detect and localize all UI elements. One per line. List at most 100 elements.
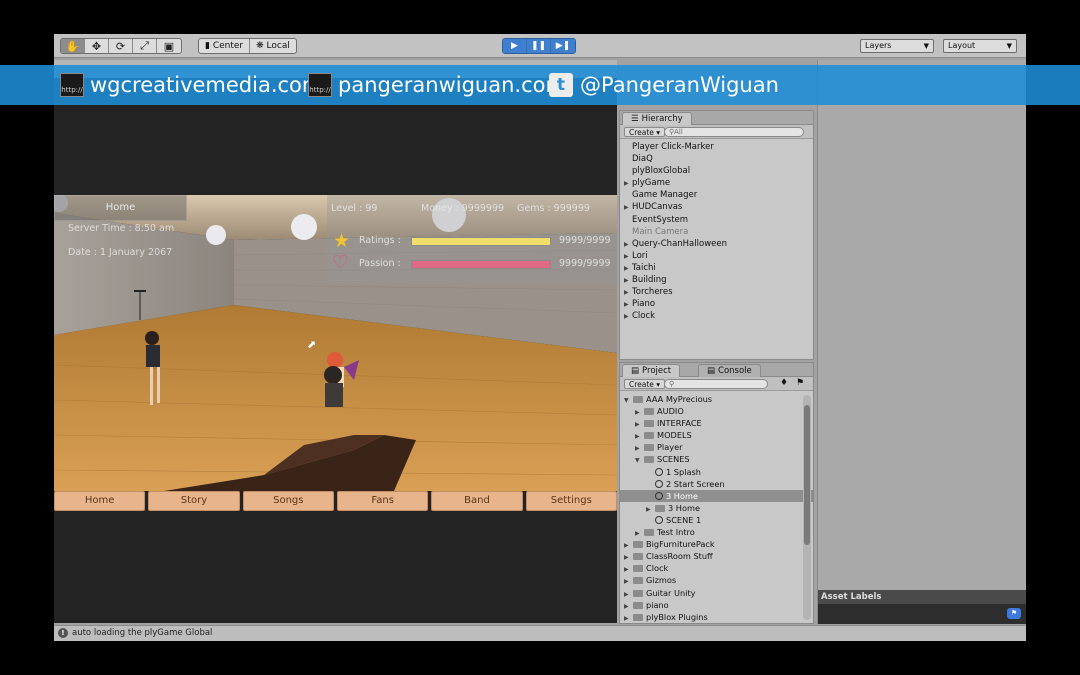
project-tools: Create ▾ ⚲ ♦ ⚑: [620, 377, 813, 391]
hierarchy-item[interactable]: ▶ Piano: [620, 298, 813, 310]
project-item[interactable]: ▶ Player: [620, 441, 813, 453]
project-item-label: INTERFACE: [657, 418, 702, 429]
hierarchy-item[interactable]: ▶ plyGame: [620, 177, 813, 189]
project-item[interactable]: ▶ ClassRoom Stuff: [620, 550, 813, 562]
expand-arrow-icon[interactable]: ▶: [624, 311, 632, 323]
hierarchy-item-label: Clock: [632, 311, 656, 322]
project-item[interactable]: ▶ AUDIO: [620, 405, 813, 417]
hierarchy-search-input[interactable]: ⚲All: [664, 127, 804, 137]
hierarchy-item-label: Query-ChanHalloween: [632, 238, 727, 249]
create-label: Create: [629, 128, 654, 137]
folder-icon: ▤: [631, 366, 640, 376]
project-item[interactable]: ▶ INTERFACE: [620, 417, 813, 429]
tab-console[interactable]: ▤ Console: [698, 364, 761, 377]
project-item[interactable]: ▼ AAA MyPrecious: [620, 393, 813, 405]
tab-hierarchy[interactable]: ☰ Hierarchy: [622, 112, 692, 125]
pause-button-icon[interactable]: ❚❚: [527, 39, 551, 53]
project-item-label: 2 Start Screen: [666, 478, 725, 489]
project-item[interactable]: ▶ plyBlox Plugins: [620, 611, 813, 623]
heart-icon: ♡: [332, 252, 350, 274]
pivot-local-button[interactable]: ❋ Local: [250, 39, 296, 53]
site1-link[interactable]: http:// wgcreativemedia.com: [60, 72, 322, 98]
hierarchy-item[interactable]: ▶ Taichi: [620, 262, 813, 274]
hierarchy-item[interactable]: DiaQ: [620, 153, 813, 165]
tab-project[interactable]: ▤ Project: [622, 364, 681, 377]
project-item[interactable]: 1 Splash: [620, 466, 813, 478]
hierarchy-item[interactable]: plyBloxGlobal: [620, 165, 813, 177]
project-item[interactable]: ▶ Test Intro: [620, 526, 813, 538]
hierarchy-tree: Player Click-Marker DiaQ plyBloxGlobal ▶ ply…: [620, 141, 813, 322]
project-item[interactable]: ▶ Gizmos: [620, 574, 813, 586]
project-item[interactable]: SCENE 1: [620, 514, 813, 526]
project-item[interactable]: ▶ Clock: [620, 562, 813, 574]
project-item[interactable]: ▶ MODELS: [620, 429, 813, 441]
filter-type-icon[interactable]: ♦: [780, 378, 788, 388]
menu-home-button[interactable]: Home: [54, 491, 146, 511]
console-icon: ▤: [707, 366, 716, 376]
create-label: Create: [629, 380, 654, 389]
project-item-label: 1 Splash: [666, 466, 701, 477]
hierarchy-item[interactable]: Game Manager: [620, 189, 813, 201]
project-item[interactable]: 3 Home: [620, 489, 813, 502]
project-create-button[interactable]: Create ▾: [624, 379, 666, 389]
status-bar: ! auto loading the plyGame Global: [54, 625, 1026, 641]
info-icon: !: [58, 628, 68, 638]
hierarchy-tabbar: ☰ Hierarchy: [620, 111, 813, 125]
project-item[interactable]: 2 Start Screen: [620, 478, 813, 490]
rotate-tool-icon[interactable]: ⟳: [109, 39, 133, 53]
scale-tool-icon[interactable]: ⤢: [133, 39, 157, 53]
http-icon: http://: [308, 73, 332, 97]
tag-icon[interactable]: ⚑: [1007, 608, 1021, 619]
project-item[interactable]: ▶ piano: [620, 599, 813, 611]
pivot-center-button[interactable]: ▮ Center: [199, 39, 251, 53]
hierarchy-item[interactable]: ▶ Building: [620, 274, 813, 286]
project-scrollbar-thumb[interactable]: [804, 405, 810, 545]
menu-story-button[interactable]: Story: [148, 491, 240, 511]
project-item[interactable]: ▼ SCENES: [620, 453, 813, 465]
move-tool-icon[interactable]: ✥: [85, 39, 109, 53]
hand-tool-icon[interactable]: ✋: [61, 39, 85, 53]
menu-songs-button[interactable]: Songs: [242, 491, 334, 511]
menu-settings-button[interactable]: Settings: [525, 491, 617, 511]
local-icon: ❋: [256, 41, 267, 51]
hierarchy-item-label: Taichi: [632, 262, 656, 273]
hierarchy-create-button[interactable]: Create ▾: [624, 127, 666, 137]
project-item[interactable]: ▶ 3 Home: [620, 502, 813, 514]
game-scene-render[interactable]: Home Server Time : 8:50 am Date : 1 Janu…: [54, 195, 617, 513]
menu-band-button[interactable]: Band: [431, 491, 523, 511]
layers-dropdown[interactable]: Layers ▼: [860, 39, 934, 53]
hierarchy-item[interactable]: ▶ Torcheres: [620, 286, 813, 298]
project-scrollbar[interactable]: [803, 395, 811, 620]
hierarchy-item[interactable]: ▶ Lori: [620, 250, 813, 262]
rect-tool-icon[interactable]: ▣: [157, 39, 181, 53]
folder-icon: [644, 420, 654, 428]
play-button-icon[interactable]: ▶: [503, 39, 527, 53]
hierarchy-tab-label: Hierarchy: [641, 114, 683, 124]
expand-arrow-icon[interactable]: ▶: [624, 613, 633, 625]
project-item-label: MODELS: [657, 430, 692, 441]
hierarchy-item[interactable]: ▶ HUDCanvas: [620, 201, 813, 213]
project-item-label: piano: [646, 599, 669, 610]
hierarchy-item[interactable]: Player Click-Marker: [620, 141, 813, 153]
hierarchy-item[interactable]: EventSystem: [620, 214, 813, 226]
hierarchy-item[interactable]: ▶ Clock: [620, 310, 813, 322]
project-search-input[interactable]: ⚲: [664, 379, 768, 389]
twitter-link[interactable]: t @PangeranWiguan: [549, 72, 779, 98]
menu-fans-button[interactable]: Fans: [336, 491, 429, 511]
server-time-label: Server Time : 8:50 am: [68, 223, 175, 234]
site2-link[interactable]: http:// pangeranwiguan.com: [308, 72, 566, 98]
step-button-icon[interactable]: ▶❚: [551, 39, 575, 53]
folder-icon: [644, 529, 654, 537]
folder-icon: [633, 577, 643, 585]
filter-label-icon[interactable]: ⚑: [796, 378, 804, 388]
hierarchy-item-label: HUDCanvas: [632, 202, 683, 213]
project-item[interactable]: ▶ Guitar Unity: [620, 587, 813, 599]
game-view-panel[interactable]: Home Server Time : 8:50 am Date : 1 Janu…: [54, 60, 617, 623]
hierarchy-item[interactable]: Main Camera: [620, 226, 813, 238]
hierarchy-item[interactable]: ▶ Query-ChanHalloween: [620, 238, 813, 250]
layout-dropdown[interactable]: Layout ▼: [943, 39, 1017, 53]
hierarchy-item-label: Lori: [632, 250, 648, 261]
project-item[interactable]: ▶ BigFurniturePack: [620, 538, 813, 550]
location-label: Home: [105, 202, 136, 213]
passion-row: ♡ Passion : 9999/9999: [327, 252, 617, 276]
